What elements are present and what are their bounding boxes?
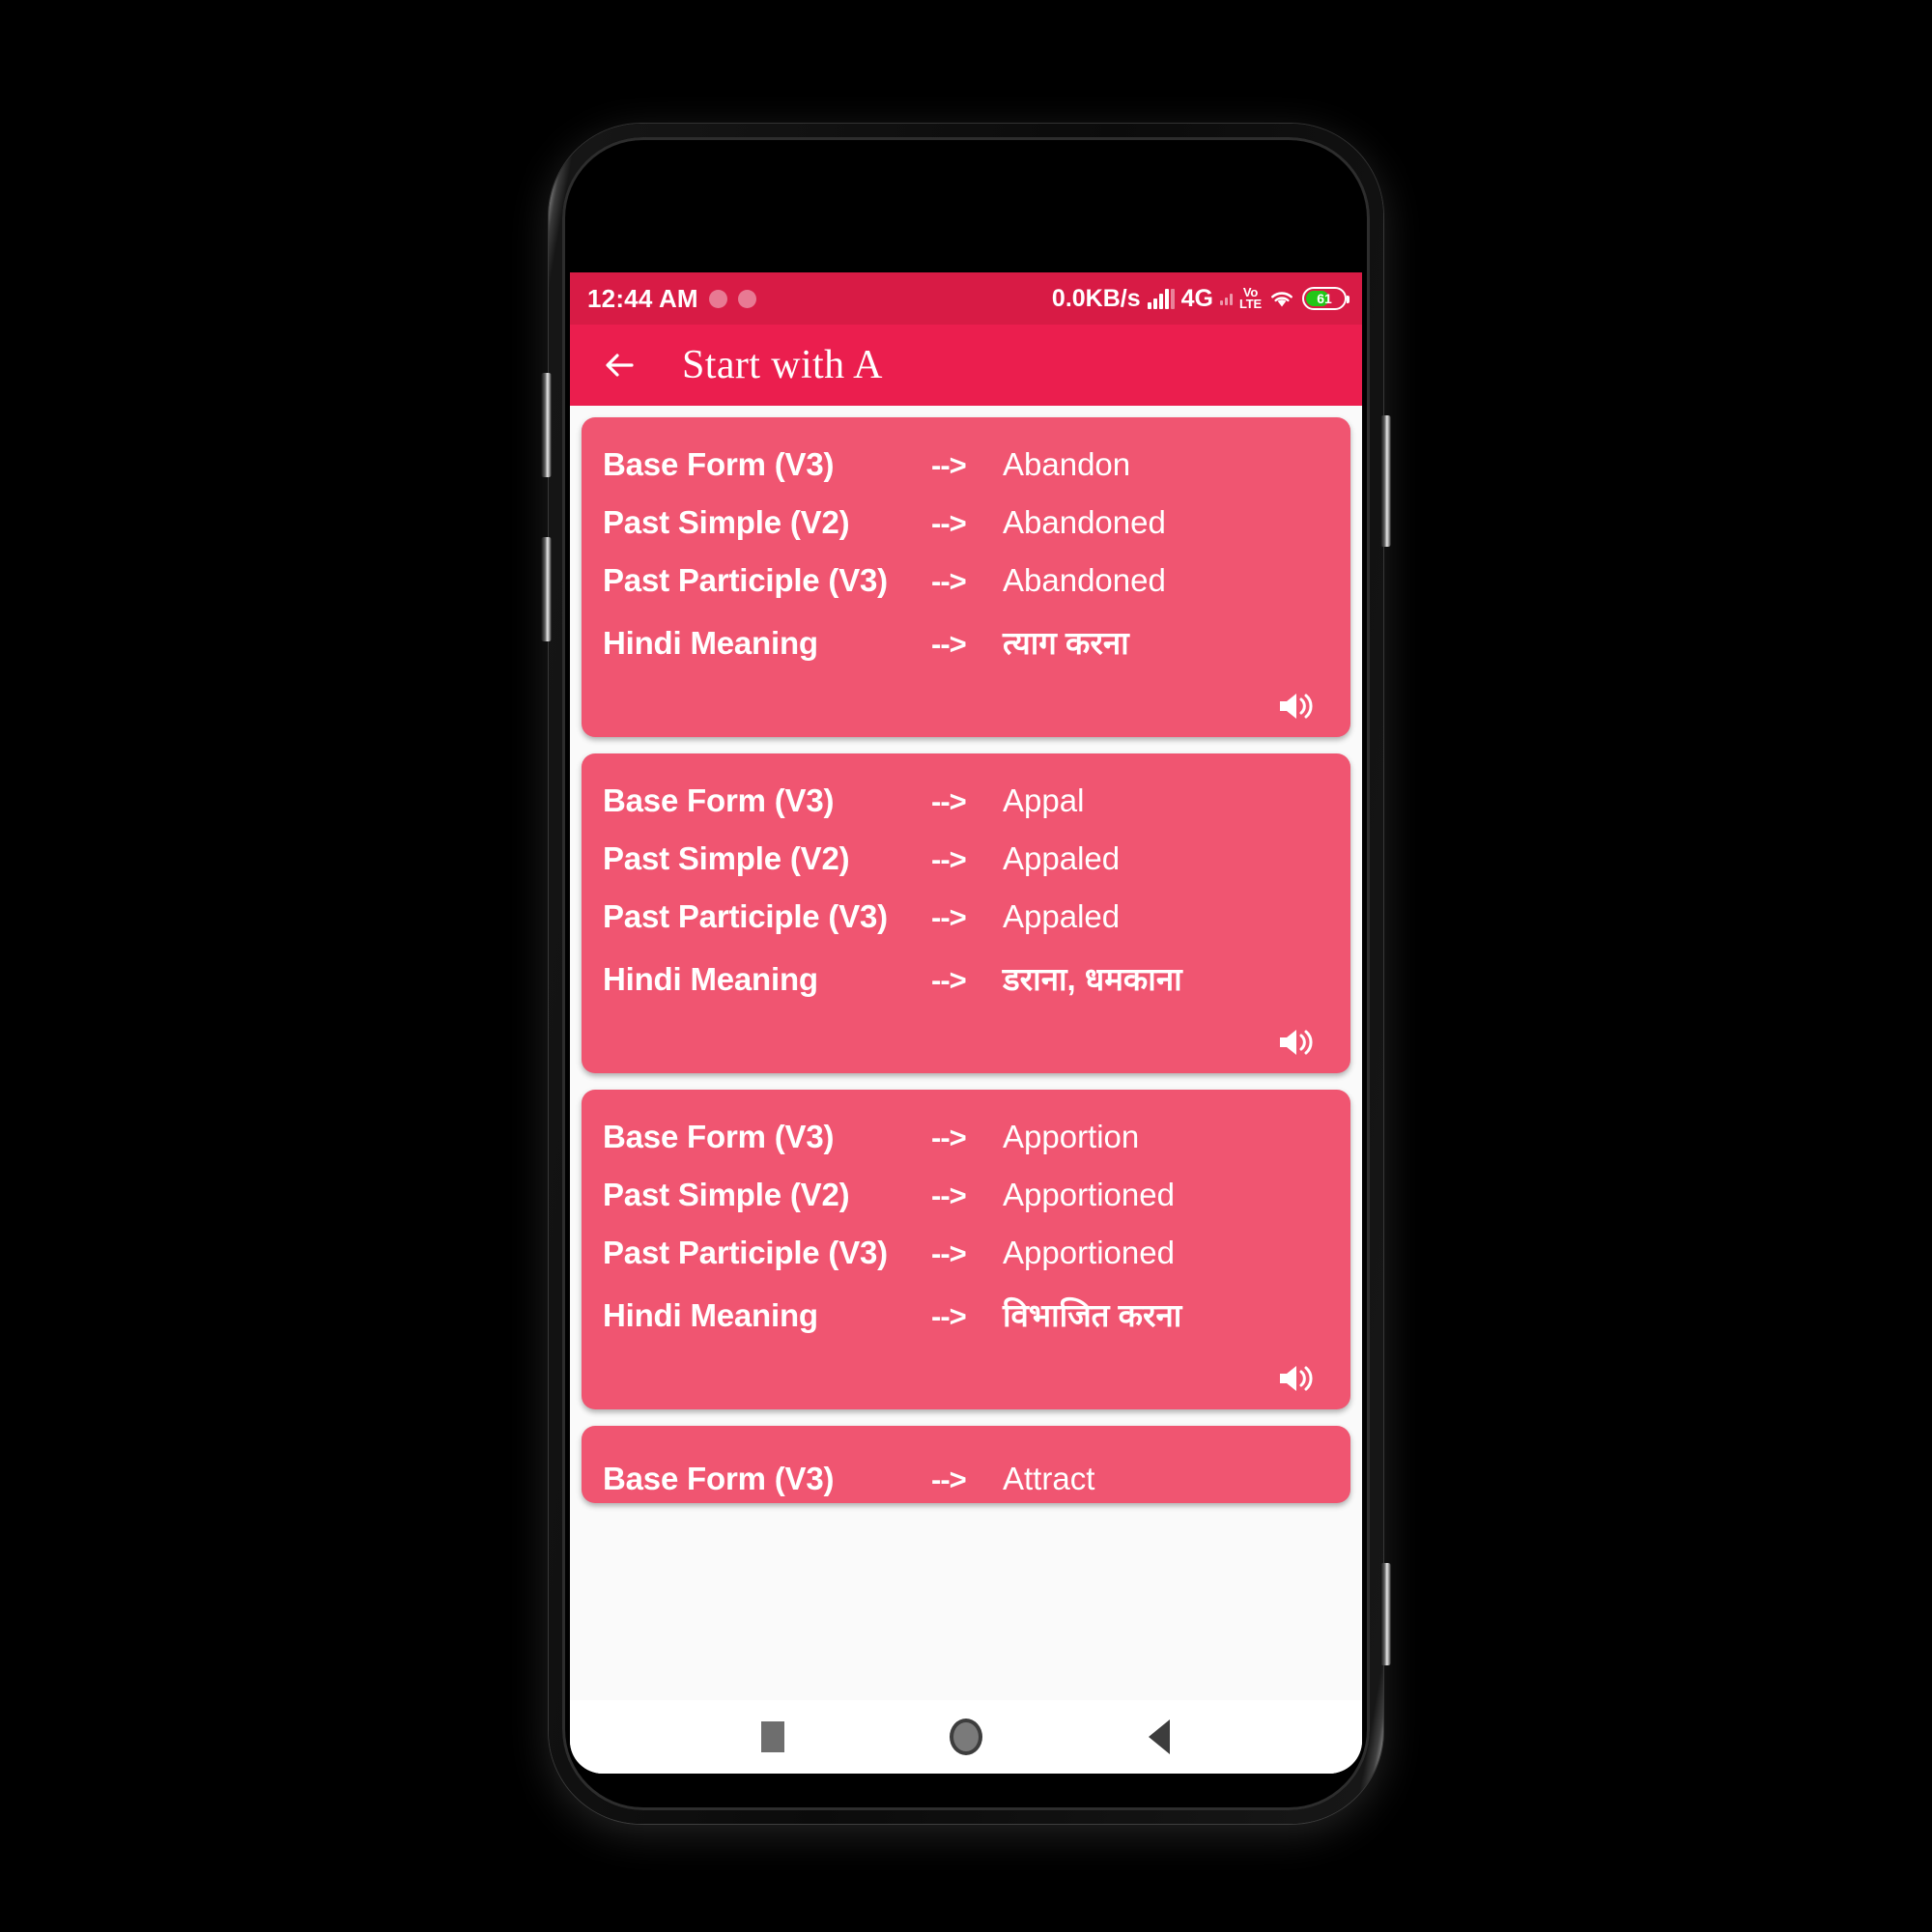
hindi-meaning-label: Hindi Meaning [603,961,818,997]
arrow-glyph: --> [931,900,967,934]
volte-icon: Vo LTE [1239,286,1262,311]
base-form-row: Base Form (V3) --> Apportion [603,1119,1329,1155]
screenshot-root: 12:44 AM 0.0KB/s 4G Vo LTE 61 Start with… [0,0,1932,1932]
status-clock: 12:44 AM [587,283,698,313]
notification-dot-icon [737,289,756,308]
speaker-row [603,685,1329,725]
verb-list[interactable]: Base Form (V3) --> Abandon Past Simple (… [570,406,1362,1700]
past-simple-row: Past Simple (V2) --> Abandoned [603,504,1329,541]
past-participle-label: Past Participle (V3) [603,898,888,934]
status-bar: 12:44 AM 0.0KB/s 4G Vo LTE 61 [570,272,1362,325]
base-form-label: Base Form (V3) [603,782,835,818]
past-participle-row: Past Participle (V3) --> Abandoned [603,562,1329,599]
speaker-row [603,1357,1329,1398]
notification-dot-icon [708,289,727,308]
speaker-icon[interactable] [1275,687,1320,725]
arrow-glyph: --> [931,1463,967,1496]
past-simple-row: Past Simple (V2) --> Apportioned [603,1177,1329,1213]
arrow-glyph: --> [931,1179,967,1212]
navigation-bar [570,1700,1362,1774]
past-simple-label: Past Simple (V2) [603,840,850,876]
past-participle-label: Past Participle (V3) [603,1235,888,1270]
network-speed-text: 0.0KB/s [1051,284,1141,312]
past-simple-label: Past Simple (V2) [603,504,850,540]
arrow-glyph: --> [931,1299,967,1333]
hindi-meaning-value: त्याग करना [1003,625,1129,661]
battery-level-text: 61 [1317,291,1332,306]
verb-card[interactable]: Base Form (V3) --> Abandon Past Simple (… [582,417,1350,737]
phone-screen: 12:44 AM 0.0KB/s 4G Vo LTE 61 Start with… [570,174,1362,1774]
hindi-meaning-row: Hindi Meaning --> त्याग करना [603,620,1329,664]
speaker-row [603,1021,1329,1062]
base-form-value: Apportion [1003,1119,1140,1154]
speaker-icon[interactable] [1275,1359,1320,1398]
signal-bars-secondary-icon [1220,293,1233,305]
signal-bars-icon [1147,288,1175,309]
base-form-row: Base Form (V3) --> Attract [603,1461,1329,1497]
page-title: Start with A [682,343,883,387]
wifi-icon [1268,288,1295,309]
arrow-glyph: --> [931,627,967,661]
arrow-glyph: --> [931,448,967,482]
volume-down-button[interactable] [541,537,552,641]
base-form-label: Base Form (V3) [603,1461,835,1496]
base-form-value: Abandon [1003,446,1131,482]
triangle-back-icon[interactable] [1130,1708,1188,1766]
past-participle-row: Past Participle (V3) --> Appaled [603,898,1329,935]
hindi-meaning-value: डराना, धमकाना [1003,961,1182,997]
verb-card[interactable]: Base Form (V3) --> Appal Past Simple (V2… [582,753,1350,1073]
phone-frame: 12:44 AM 0.0KB/s 4G Vo LTE 61 Start with… [549,124,1383,1824]
circle-home-icon[interactable] [937,1708,995,1766]
hindi-meaning-label: Hindi Meaning [603,1297,818,1333]
app-bar: Start with A [570,325,1362,406]
android-ui: 12:44 AM 0.0KB/s 4G Vo LTE 61 Start with… [570,272,1362,1774]
volte-bottom-text: LTE [1239,297,1262,311]
arrow-glyph: --> [931,506,967,540]
square-recents-icon[interactable] [744,1708,802,1766]
arrow-glyph: --> [931,963,967,997]
power-button[interactable] [1380,415,1391,547]
base-form-row: Base Form (V3) --> Abandon [603,446,1329,483]
past-simple-row: Past Simple (V2) --> Appaled [603,840,1329,877]
base-form-value: Attract [1003,1461,1095,1496]
network-type-text: 4G [1180,284,1213,312]
hindi-meaning-value: विभाजित करना [1003,1297,1182,1333]
arrow-glyph: --> [931,1236,967,1270]
speaker-icon[interactable] [1275,1023,1320,1062]
base-form-row: Base Form (V3) --> Appal [603,782,1329,819]
verb-card[interactable]: Base Form (V3) --> Attract [582,1426,1350,1503]
past-simple-value: Apportioned [1003,1177,1175,1212]
arrow-glyph: --> [931,1121,967,1154]
past-participle-label: Past Participle (V3) [603,562,888,598]
arrow-glyph: --> [931,784,967,818]
hindi-meaning-row: Hindi Meaning --> विभाजित करना [603,1293,1329,1336]
hindi-meaning-row: Hindi Meaning --> डराना, धमकाना [603,956,1329,1000]
hindi-meaning-label: Hindi Meaning [603,625,818,661]
arrow-glyph: --> [931,564,967,598]
past-participle-value: Abandoned [1003,562,1166,598]
volume-up-button[interactable] [541,373,552,477]
base-form-value: Appal [1003,782,1085,818]
side-accent-button[interactable] [1380,1563,1391,1665]
arrow-glyph: --> [931,842,967,876]
past-participle-value: Appaled [1003,898,1121,934]
status-bar-left: 12:44 AM [587,284,756,314]
base-form-label: Base Form (V3) [603,1119,835,1154]
verb-card[interactable]: Base Form (V3) --> Apportion Past Simple… [582,1090,1350,1409]
past-simple-label: Past Simple (V2) [603,1177,850,1212]
past-participle-value: Apportioned [1003,1235,1175,1270]
status-bar-right: 0.0KB/s 4G Vo LTE 61 [1051,284,1350,313]
base-form-label: Base Form (V3) [603,446,835,482]
back-arrow-icon[interactable] [599,345,639,385]
past-participle-row: Past Participle (V3) --> Apportioned [603,1235,1329,1271]
past-simple-value: Appaled [1003,840,1121,876]
battery-icon: 61 [1302,287,1350,310]
past-simple-value: Abandoned [1003,504,1166,540]
